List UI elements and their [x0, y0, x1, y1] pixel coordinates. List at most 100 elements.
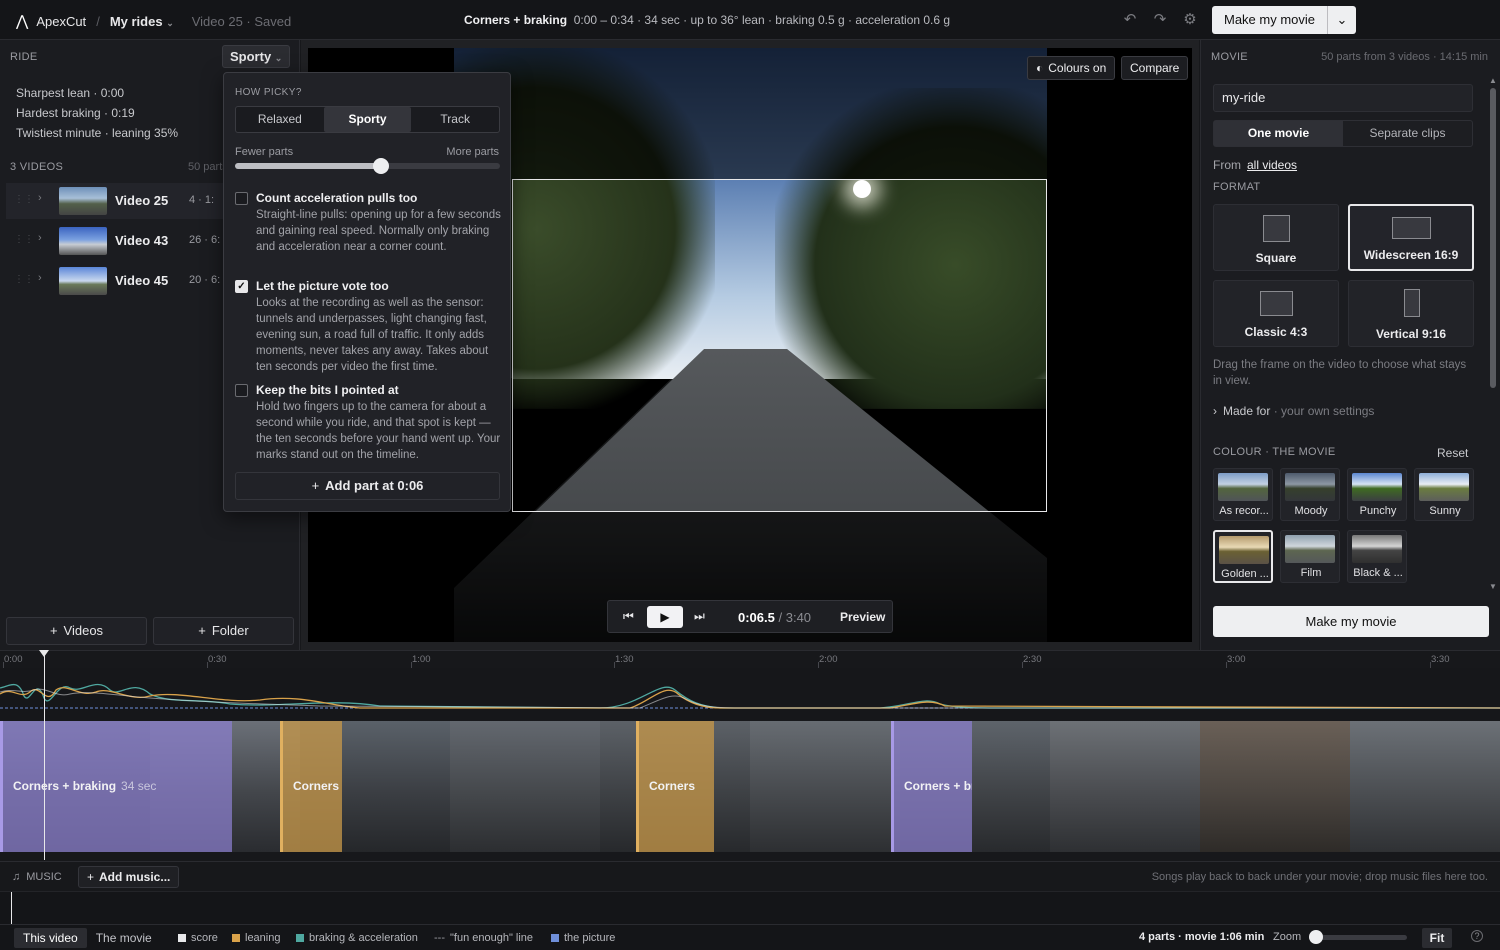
timeline-part[interactable]: Corners + braking 34 sec — [0, 721, 232, 852]
redo-icon[interactable]: ↷ — [1151, 11, 1169, 29]
popover-header: HOW PICKY? — [235, 87, 302, 98]
make-movie-button[interactable]: Make my movie ⌄ — [1212, 6, 1356, 34]
video-meta: 20 · 6: — [189, 274, 221, 286]
mode-one-movie[interactable]: One movie — [1214, 121, 1343, 146]
crop-frame[interactable] — [512, 179, 1047, 512]
slider-knob[interactable] — [372, 158, 389, 174]
plus-icon: + — [198, 623, 206, 638]
option-relaxed[interactable]: Relaxed — [236, 107, 324, 132]
option-track[interactable]: Track — [411, 107, 499, 132]
made-for-row[interactable]: › Made for · your own settings — [1213, 404, 1374, 418]
view-this-video[interactable]: This video — [14, 928, 87, 948]
legend-fun-line: --- "fun enough" line — [434, 932, 534, 944]
format-vertical[interactable]: Vertical 9:16 — [1348, 280, 1474, 347]
make-movie-bottom-button[interactable]: Make my movie — [1213, 606, 1489, 637]
help-icon[interactable]: ? — [1471, 930, 1483, 942]
video-name: Video 25 — [115, 193, 169, 208]
format-label: Vertical 9:16 — [1375, 327, 1447, 341]
chevron-down-icon[interactable]: ⌄ — [1328, 12, 1356, 28]
add-music-button[interactable]: + Add music... — [78, 866, 180, 888]
look-black-white[interactable]: Black & ... — [1347, 530, 1407, 583]
pickiness-dropdown[interactable]: Sporty ⌄ — [222, 45, 290, 68]
legend-leaning: leaning — [232, 932, 280, 944]
timeline-part[interactable]: Corners + br — [891, 721, 972, 852]
make-movie-label[interactable]: Make my movie — [1212, 6, 1328, 34]
score-graph[interactable] — [0, 668, 1500, 720]
more-parts-label: More parts — [446, 146, 499, 158]
skip-forward-icon[interactable]: ⏭ — [694, 609, 705, 624]
output-mode-control: One movie Separate clips — [1213, 120, 1473, 147]
chevron-right-icon[interactable]: › — [38, 232, 42, 244]
parts-slider[interactable] — [235, 158, 500, 174]
zoom-knob[interactable] — [1309, 930, 1323, 944]
timeline-part[interactable]: Corners — [280, 721, 342, 852]
mode-separate-clips[interactable]: Separate clips — [1343, 121, 1472, 146]
drag-handle-icon[interactable]: ⋮⋮ — [14, 274, 34, 285]
plus-icon: + — [87, 870, 95, 884]
fit-button[interactable]: Fit — [1422, 928, 1452, 948]
fewer-parts-label: Fewer parts — [235, 146, 294, 158]
timeline-part[interactable]: Corners — [636, 721, 714, 852]
look-golden[interactable]: Golden ... — [1213, 530, 1273, 583]
stat-twistiest-minute[interactable]: Twistiest minute · leaning 35% — [16, 126, 178, 140]
format-classic[interactable]: Classic 4:3 — [1213, 280, 1339, 347]
zoom-slider[interactable] — [1309, 930, 1407, 944]
option-title: Let the picture vote too — [256, 279, 389, 293]
option-title: Keep the bits I pointed at — [256, 383, 399, 397]
chevron-right-icon[interactable]: › — [38, 192, 42, 204]
option-sporty[interactable]: Sporty — [323, 107, 412, 132]
option-description: Straight-line pulls: opening up for a fe… — [256, 209, 501, 253]
checkbox[interactable] — [235, 384, 248, 397]
option-description: Looks at the recording as well as the se… — [256, 297, 489, 373]
playhead-handle[interactable] — [39, 650, 49, 657]
part-summary-text: 0:00 – 0:34 · 34 sec · up to 36° lean · … — [573, 13, 951, 27]
timeline-strip[interactable]: Corners + braking 34 sec Corners Corners … — [0, 721, 1500, 852]
view-the-movie[interactable]: The movie — [87, 928, 161, 948]
panel-scrollbar[interactable]: ▲ ▼ — [1489, 76, 1497, 596]
movie-name-field[interactable]: my-ride — [1213, 84, 1473, 112]
add-videos-button[interactable]: + Videos — [6, 617, 147, 645]
scrollbar-thumb[interactable] — [1490, 88, 1496, 388]
source-link[interactable]: all videos — [1247, 158, 1297, 172]
compare-button[interactable]: Compare — [1121, 56, 1189, 80]
top-bar: ⋀ ApexCut / My rides ⌄ Video 25 · Saved … — [0, 0, 1500, 40]
gear-icon[interactable]: ⚙ — [1181, 11, 1199, 29]
preview-button[interactable]: Preview — [840, 610, 885, 624]
videos-part-count: 50 parts — [188, 161, 228, 173]
slider-fill — [235, 163, 381, 169]
checkbox[interactable] — [235, 192, 248, 205]
brand: ⋀ ApexCut / My rides ⌄ Video 25 · Saved — [16, 12, 291, 30]
logo-icon: ⋀ — [16, 13, 29, 30]
timeline-ruler[interactable]: 0:00 0:30 1:00 1:30 2:00 2:30 3:00 3:30 — [0, 650, 1500, 669]
chevron-right-icon[interactable]: › — [38, 272, 42, 284]
look-punchy[interactable]: Punchy — [1347, 468, 1407, 521]
look-film[interactable]: Film — [1280, 530, 1340, 583]
app-name: ApexCut — [36, 13, 87, 29]
skip-back-icon[interactable]: ⏮ — [623, 609, 634, 624]
pickiness-segmented-control: Relaxed Sporty Track — [235, 106, 500, 133]
format-widescreen[interactable]: Widescreen 16:9 — [1348, 204, 1474, 271]
drag-handle-icon[interactable]: ⋮⋮ — [14, 194, 34, 205]
playhead[interactable] — [44, 650, 45, 860]
colours-toggle-button[interactable]: ◐ Colours on — [1027, 56, 1116, 80]
stat-sharpest-lean[interactable]: Sharpest lean · 0:00 — [16, 86, 124, 100]
breadcrumb-my-rides[interactable]: My rides ⌄ — [110, 14, 174, 29]
tick-label: 2:30 — [1023, 654, 1042, 665]
tick-label: 3:00 — [1227, 654, 1246, 665]
videos-header: 3 VIDEOS — [10, 161, 64, 173]
drag-handle-icon[interactable]: ⋮⋮ — [14, 234, 34, 245]
reset-colour-button[interactable]: Reset — [1437, 446, 1468, 460]
current-time: 0:06.5 / 3:40 — [738, 610, 812, 625]
look-sunny[interactable]: Sunny — [1414, 468, 1474, 521]
play-button[interactable]: ▶ — [647, 606, 683, 628]
music-track[interactable] — [0, 891, 1500, 925]
undo-icon[interactable]: ↶ — [1121, 11, 1139, 29]
checkbox-checked[interactable]: ✓ — [235, 280, 248, 293]
format-square[interactable]: Square — [1213, 204, 1339, 271]
stat-hardest-braking[interactable]: Hardest braking · 0:19 — [16, 106, 135, 120]
add-part-button[interactable]: + Add part at 0:06 — [235, 472, 500, 500]
format-label: Classic 4:3 — [1244, 325, 1308, 339]
add-folder-button[interactable]: + Folder — [153, 617, 294, 645]
look-as-recorded[interactable]: As recor... — [1213, 468, 1273, 521]
look-moody[interactable]: Moody — [1280, 468, 1340, 521]
